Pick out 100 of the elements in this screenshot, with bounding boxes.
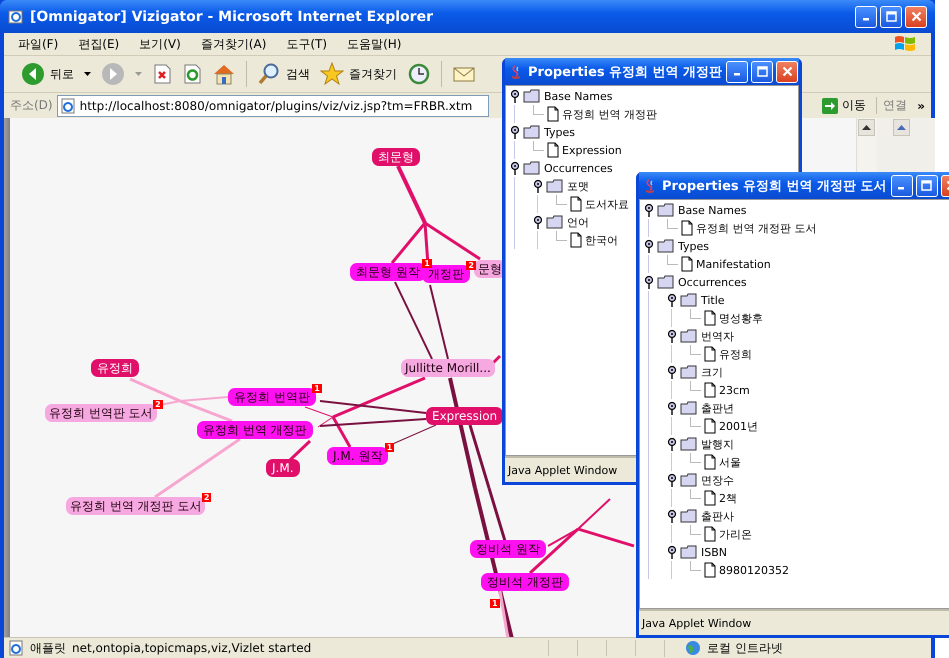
- favorites-button[interactable]: 즐겨찾기: [317, 60, 400, 88]
- tree-label[interactable]: 크기: [701, 364, 723, 380]
- close-icon: [782, 66, 793, 77]
- pin-icon[interactable]: [667, 365, 677, 379]
- tree-label[interactable]: 유정희: [719, 346, 752, 362]
- pin-icon[interactable]: [667, 329, 677, 343]
- folder-icon: [680, 365, 698, 379]
- links-label[interactable]: 연결: [876, 97, 914, 114]
- tree-label[interactable]: 포맷: [567, 178, 589, 194]
- document-icon: [704, 490, 716, 506]
- pin-icon[interactable]: [644, 275, 654, 289]
- graph-node[interactable]: Jullitte Morill...: [401, 359, 495, 377]
- pin-icon[interactable]: [667, 401, 677, 415]
- tree-label[interactable]: 서울: [719, 454, 741, 470]
- minimize-button[interactable]: [726, 60, 748, 82]
- tree-label[interactable]: 한국어: [585, 232, 618, 248]
- graph-node[interactable]: 유정희 번역판: [228, 388, 316, 406]
- close-button[interactable]: [905, 6, 927, 28]
- pin-icon[interactable]: [644, 239, 654, 253]
- graph-node[interactable]: 정비석 원작: [470, 540, 546, 558]
- tree-label[interactable]: Types: [678, 240, 709, 252]
- tree-label[interactable]: 출판년: [701, 400, 734, 416]
- folder-icon: [523, 125, 541, 139]
- search-button[interactable]: 검색: [254, 60, 313, 88]
- tree-label[interactable]: 2001년: [719, 418, 758, 434]
- folder-icon: [680, 473, 698, 487]
- tree-label[interactable]: 언어: [567, 214, 589, 230]
- tree-label[interactable]: Occurrences: [678, 276, 747, 288]
- tree-label[interactable]: 번역자: [701, 328, 734, 344]
- minimize-button[interactable]: [890, 174, 913, 196]
- pin-icon[interactable]: [533, 179, 543, 193]
- status-message: net,ontopia,topicmaps,viz,Vizlet started: [72, 641, 312, 655]
- graph-node[interactable]: 최문형: [372, 148, 420, 166]
- go-button[interactable]: 이동: [816, 97, 872, 114]
- pin-icon[interactable]: [667, 545, 677, 559]
- graph-node[interactable]: 유정희 번역 개정판: [197, 421, 313, 439]
- pin-icon[interactable]: [667, 473, 677, 487]
- folder-icon: [680, 293, 698, 307]
- folder-icon: [657, 275, 675, 289]
- tree-label[interactable]: Title: [701, 294, 725, 306]
- graph-node[interactable]: J.M.: [266, 459, 300, 477]
- tree-label[interactable]: 8980120352: [719, 564, 789, 576]
- tree-label[interactable]: Base Names: [544, 90, 612, 102]
- tree-label[interactable]: 명성황후: [719, 310, 763, 326]
- pin-icon[interactable]: [667, 509, 677, 523]
- tree-label[interactable]: Manifestation: [696, 258, 771, 270]
- menu-item[interactable]: 도움말(H): [347, 36, 402, 52]
- pin-icon[interactable]: [510, 161, 520, 175]
- count-badge: 1: [312, 384, 322, 393]
- pin-icon[interactable]: [510, 125, 520, 139]
- menu-item[interactable]: 편집(E): [78, 36, 120, 52]
- maximize-icon: [921, 180, 932, 191]
- maximize-button[interactable]: [751, 60, 774, 82]
- document-icon: [570, 232, 582, 248]
- more-chevron[interactable]: »: [917, 98, 931, 112]
- minimize-button[interactable]: [855, 6, 877, 28]
- back-button[interactable]: 뒤로: [18, 60, 77, 88]
- graph-node[interactable]: 개정판: [422, 265, 470, 283]
- caret-icon: [84, 72, 91, 76]
- graph-node[interactable]: Expression: [426, 407, 504, 425]
- menu-item[interactable]: 파일(F): [18, 36, 58, 52]
- pin-icon[interactable]: [667, 293, 677, 307]
- pin-icon[interactable]: [644, 203, 654, 217]
- pin-icon[interactable]: [533, 215, 543, 229]
- tree-label[interactable]: 출판사: [701, 508, 734, 524]
- tree-label[interactable]: 발행지: [701, 436, 734, 452]
- graph-node[interactable]: 정비석 개정판: [481, 573, 569, 591]
- graph-node[interactable]: J.M. 원작: [327, 447, 388, 465]
- tree-label[interactable]: Occurrences: [544, 162, 613, 174]
- maximize-button[interactable]: [916, 174, 938, 196]
- graph-node[interactable]: 유정희 번역판 도서: [45, 404, 157, 422]
- tree-label[interactable]: 면장수: [701, 472, 734, 488]
- count-badge: 2: [466, 261, 476, 270]
- maximize-button[interactable]: [880, 6, 902, 28]
- tree-label[interactable]: 23cm: [719, 384, 750, 396]
- tree-label[interactable]: 가리온: [719, 526, 752, 542]
- tree-label[interactable]: 유정희 번역 개정판: [562, 106, 657, 122]
- menu-item[interactable]: 도구(T): [286, 36, 328, 52]
- tree-label[interactable]: Expression: [562, 144, 622, 156]
- count-badge: 1: [490, 599, 500, 608]
- address-field[interactable]: http://localhost:8080/omnigator/plugins/viz/viz.jsp?tm=FRBR.xtm: [56, 94, 489, 116]
- menu-item[interactable]: 보기(V): [139, 36, 181, 52]
- pin-icon[interactable]: [667, 437, 677, 451]
- graph-node[interactable]: 유정희 번역 개정판 도서: [66, 497, 206, 515]
- tree-label[interactable]: ISBN: [701, 546, 728, 558]
- tree-label[interactable]: Types: [544, 126, 575, 138]
- graph-node[interactable]: 유정희: [91, 359, 139, 377]
- graph-node[interactable]: 최문형 원작: [350, 263, 426, 281]
- close-icon: [910, 11, 922, 22]
- tree-label[interactable]: 유정희 번역 개정판 도서: [696, 220, 816, 236]
- close-button[interactable]: [776, 60, 798, 82]
- menu-item[interactable]: 즐겨찾기(A): [200, 36, 266, 52]
- tree-label[interactable]: 도서자료: [585, 196, 629, 212]
- document-icon: [681, 256, 693, 272]
- tree-label[interactable]: 2책: [719, 490, 737, 506]
- maximize-icon: [886, 11, 896, 22]
- scroll-up-button[interactable]: [858, 119, 875, 136]
- pin-icon[interactable]: [510, 89, 520, 103]
- document-icon: [547, 106, 559, 122]
- tree-label[interactable]: Base Names: [678, 204, 746, 216]
